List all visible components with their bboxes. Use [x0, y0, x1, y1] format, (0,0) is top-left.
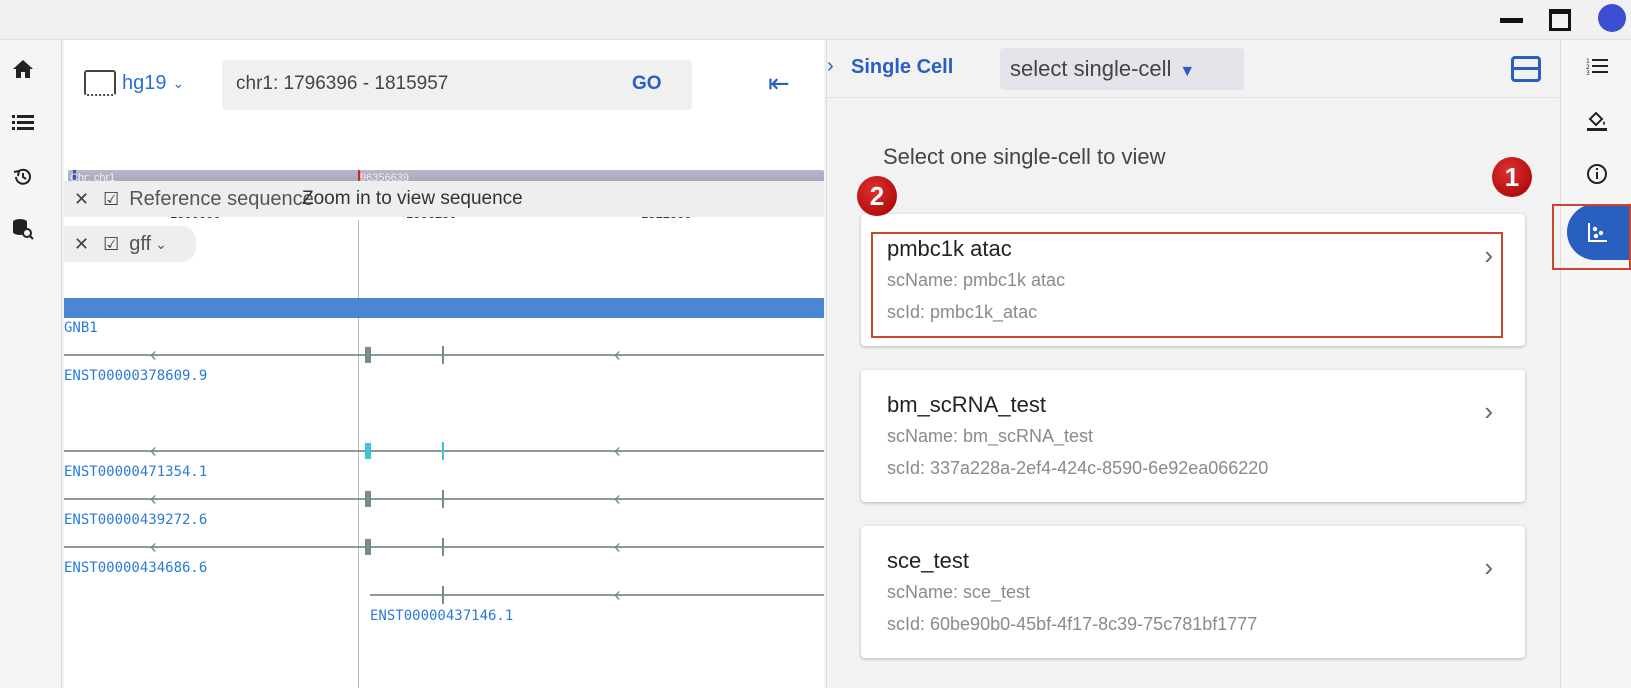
close-track-icon[interactable]: ✕	[74, 189, 89, 210]
single-cell-select[interactable]: select single-cell ▼	[1000, 48, 1244, 90]
arrow-left-icon: ‹	[614, 344, 621, 366]
arrow-left-icon: ‹	[150, 344, 157, 366]
transcript-line[interactable]	[64, 450, 824, 452]
layout-view-icon[interactable]	[1511, 56, 1541, 82]
arrow-left-icon: ‹	[614, 488, 621, 510]
single-cell-card[interactable]: bm_scRNA_test scName: bm_scRNA_test scId…	[861, 370, 1525, 502]
arrow-left-icon: ‹	[614, 440, 621, 462]
chevron-down-icon[interactable]: ⌄	[155, 236, 167, 253]
transcript-label[interactable]: ENST00000378609.9	[64, 368, 207, 384]
arrow-left-icon: ‹	[150, 536, 157, 558]
status-dot[interactable]	[1598, 4, 1626, 32]
genome-browser: hg19 ⌄ chr1: 1796396 - 1815957 GO ⇤ Chr:…	[64, 40, 824, 688]
exon[interactable]	[365, 443, 371, 459]
transcript-line[interactable]	[64, 546, 824, 548]
gene-label[interactable]: GNB1	[64, 320, 98, 336]
card-scname: scName: sce_test	[887, 582, 1031, 602]
track-settings-icon[interactable]: ☑	[103, 234, 119, 255]
list-numbered-icon[interactable]: 123	[1583, 52, 1611, 80]
exon[interactable]	[365, 539, 371, 555]
minimize-button[interactable]	[1500, 18, 1523, 23]
location-input[interactable]: chr1: 1796396 - 1815957 GO	[222, 60, 692, 110]
database-search-icon[interactable]	[10, 216, 36, 242]
card-name: sce_test	[887, 548, 969, 573]
transcript-label[interactable]: ENST00000437146.1	[370, 608, 513, 624]
chevron-right-icon[interactable]: ›	[1484, 552, 1493, 583]
exon[interactable]	[442, 346, 444, 364]
right-sidebar: 123	[1560, 40, 1631, 688]
location-text[interactable]: chr1: 1796396 - 1815957	[236, 73, 448, 95]
chevron-down-icon: ⌄	[172, 74, 185, 91]
track-name[interactable]: Reference sequence	[129, 188, 314, 211]
center-guide	[358, 220, 359, 688]
annotation-badge-2: 2	[857, 176, 897, 216]
highlight-box-card	[871, 232, 1503, 338]
genome-toolbar: hg19 ⌄ chr1: 1796396 - 1815957 GO ⇤	[64, 40, 824, 126]
exon[interactable]	[442, 442, 444, 460]
exon[interactable]	[442, 538, 444, 556]
transcript-label[interactable]: ENST00000434686.6	[64, 560, 207, 576]
select-prompt: Select one single-cell to view	[883, 144, 1166, 169]
arrow-left-icon: ‹	[150, 440, 157, 462]
arrow-left-icon: ‹	[150, 488, 157, 510]
maximize-button[interactable]	[1549, 9, 1571, 31]
paint-bucket-icon[interactable]	[1583, 106, 1611, 134]
close-track-icon[interactable]: ✕	[74, 234, 89, 255]
genome-icon	[84, 70, 116, 96]
annotation-badge-1: 1	[1492, 157, 1532, 197]
transcript-line[interactable]	[64, 498, 824, 500]
exon[interactable]	[442, 586, 444, 604]
left-sidebar	[0, 40, 62, 688]
select-label: select single-cell	[1010, 56, 1172, 81]
card-name: bm_scRNA_test	[887, 392, 1046, 417]
exon[interactable]	[365, 347, 371, 363]
transcript-line[interactable]	[64, 354, 824, 356]
gene-bar[interactable]	[64, 298, 824, 318]
card-scid: scId: 60be90b0-45bf-4f17-8c39-75c781bf17…	[887, 614, 1258, 634]
home-icon[interactable]	[10, 56, 36, 82]
history-icon[interactable]	[10, 164, 36, 190]
caret-down-icon: ▼	[1179, 63, 1196, 80]
track-name[interactable]: gff	[129, 233, 151, 256]
highlight-box-sidebar	[1552, 204, 1631, 270]
assembly-selector[interactable]: hg19 ⌄	[84, 70, 184, 96]
arrow-left-icon: ‹	[614, 536, 621, 558]
assembly-label: hg19	[122, 71, 167, 94]
single-cell-panel: › Single Cell select single-cell ▼ Select…	[826, 40, 1559, 688]
single-cell-header: › Single Cell select single-cell ▼	[827, 40, 1559, 98]
transcript-label[interactable]: ENST00000471354.1	[64, 464, 207, 480]
chevron-right-icon[interactable]: ›	[827, 55, 834, 78]
card-scid: scId: 337a228a-2ef4-424c-8590-6e92ea0662…	[887, 458, 1269, 478]
track-header-reference: ✕ ☑ Reference sequence Zoom in to view s…	[64, 181, 824, 217]
track-settings-icon[interactable]: ☑	[103, 189, 119, 210]
exon[interactable]	[442, 490, 444, 508]
exon[interactable]	[365, 491, 371, 507]
collapse-left-icon[interactable]: ⇤	[768, 68, 790, 99]
arrow-left-icon: ‹	[614, 584, 621, 606]
transcript-line[interactable]	[370, 594, 824, 596]
card-scname: scName: bm_scRNA_test	[887, 426, 1094, 446]
title-bar	[0, 0, 1631, 40]
track-header-gff: ✕ ☑ gff ⌄	[64, 226, 196, 262]
go-button[interactable]: GO	[632, 73, 662, 95]
list-icon[interactable]	[10, 110, 36, 136]
info-icon[interactable]	[1583, 160, 1611, 188]
chevron-right-icon[interactable]: ›	[1484, 396, 1493, 427]
transcript-label[interactable]: ENST00000439272.6	[64, 512, 207, 528]
svg-text:3: 3	[1586, 70, 1590, 75]
zoom-message: Zoom in to view sequence	[302, 188, 523, 209]
panel-title[interactable]: Single Cell	[851, 56, 953, 79]
single-cell-card[interactable]: sce_test scName: sce_test scId: 60be90b0…	[861, 526, 1525, 658]
